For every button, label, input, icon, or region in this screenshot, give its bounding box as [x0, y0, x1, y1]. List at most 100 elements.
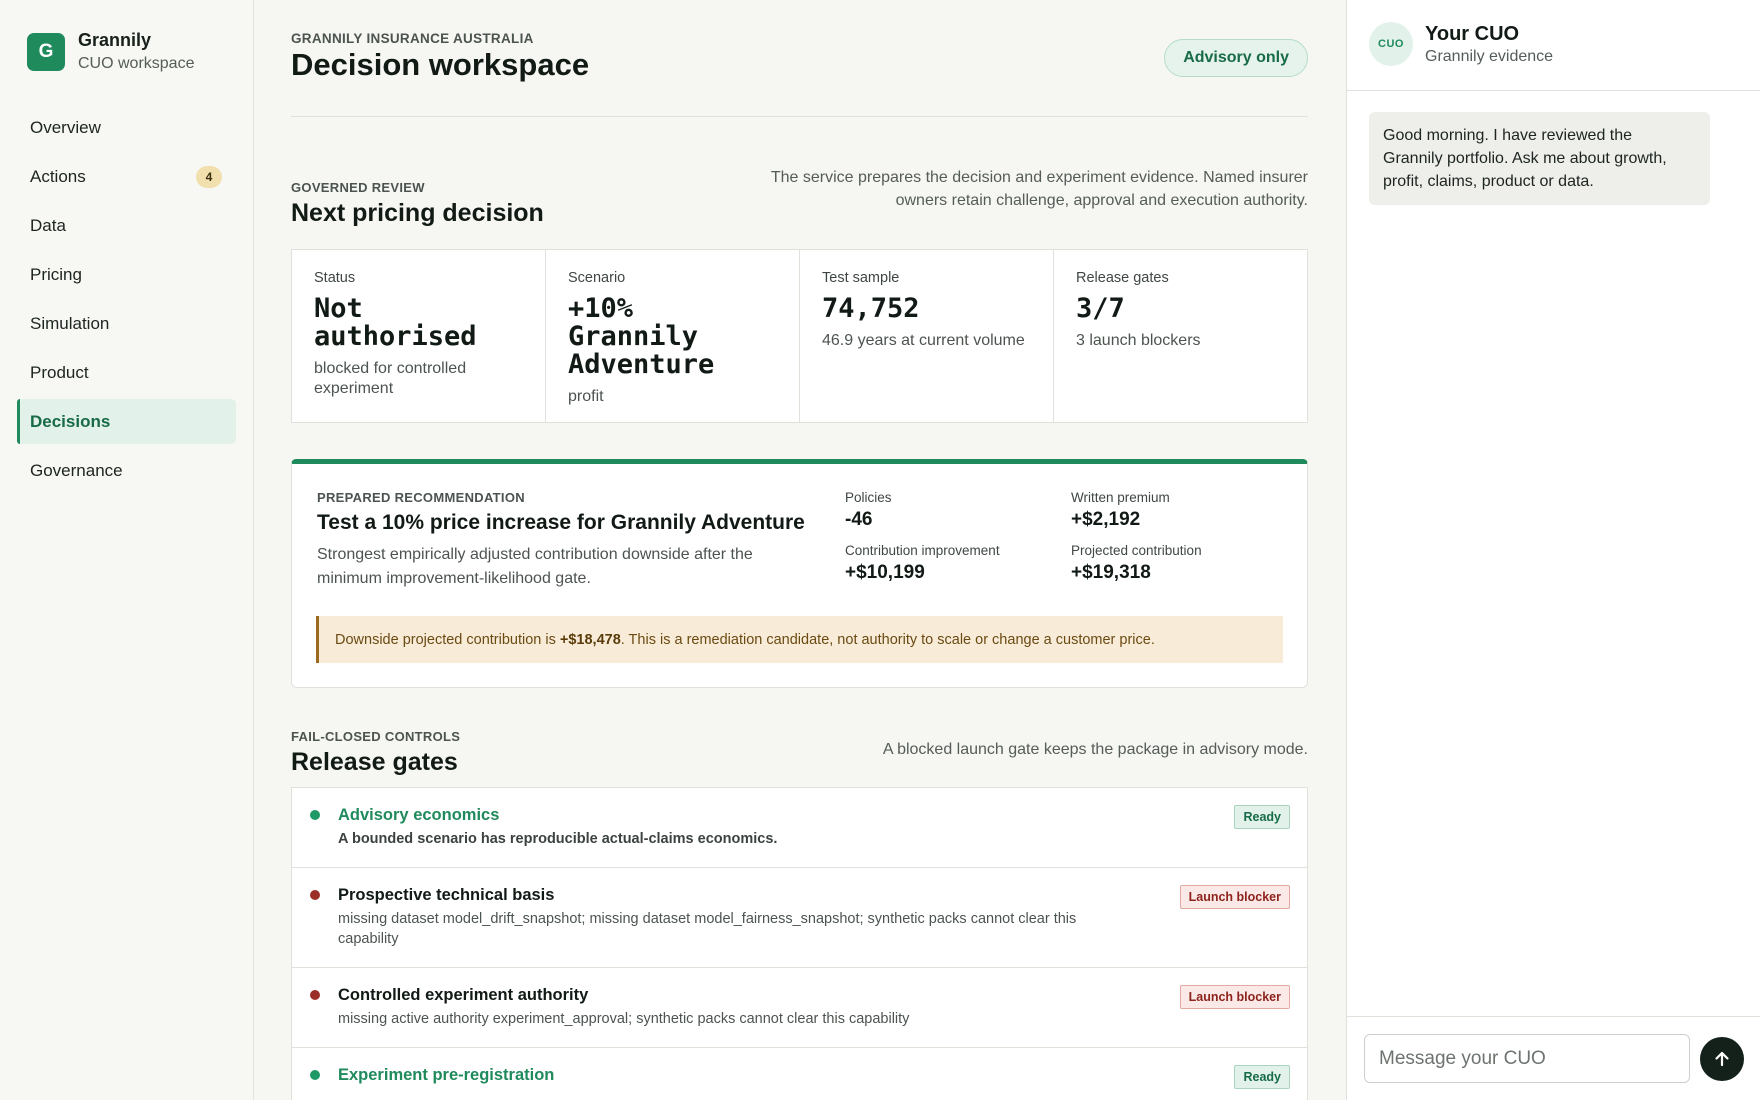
metric-value: Not authorised	[314, 293, 477, 352]
stat-label: Projected contribution	[1071, 543, 1202, 558]
sidebar-item-pricing[interactable]: Pricing	[17, 252, 236, 297]
gate-description: missing dataset model_drift_snapshot; mi…	[338, 911, 1077, 947]
chat-header: CUO Your CUO Grannily evidence	[1347, 0, 1760, 91]
assistant-message: Good morning. I have reviewed the Granni…	[1369, 112, 1710, 205]
status-badge: Launch blocker	[1179, 885, 1290, 909]
chat-title: Your CUO	[1425, 23, 1520, 45]
metric-label: Release gates	[1076, 270, 1169, 286]
stat-contribution-improvement: Contribution improvement +$10,199	[845, 543, 1071, 584]
brand-subtitle: CUO workspace	[78, 55, 195, 72]
stat-value: -46	[845, 509, 873, 530]
metric-value: +10% Grannily Adventure	[568, 293, 715, 380]
stat-label: Contribution improvement	[845, 543, 1000, 558]
section-title: Release gates	[291, 748, 458, 776]
metric-value: 3/7	[1076, 293, 1125, 324]
stat-projected-contribution: Projected contribution +$19,318	[1071, 543, 1285, 584]
sidebar-item-label: Pricing	[30, 264, 82, 284]
gate-title: Advisory economics	[338, 806, 500, 824]
metric-test-sample: Test sample 74,752 46.9 years at current…	[800, 250, 1054, 422]
brand-name: Grannily	[78, 30, 152, 50]
main-content: GRANNILY INSURANCE AUSTRALIA Decision wo…	[254, 0, 1346, 1100]
sidebar-item-label: Data	[30, 215, 66, 235]
recommendation-stats: Policies -46 Written premium +$2,192 Con…	[845, 490, 1285, 584]
stat-label: Written premium	[1071, 490, 1170, 505]
message-input[interactable]	[1364, 1034, 1690, 1083]
header-divider	[291, 116, 1308, 117]
stat-value: +$19,318	[1071, 562, 1151, 583]
sidebar-item-data[interactable]: Data	[17, 203, 236, 248]
ready-status-dot	[310, 1070, 320, 1080]
metric-label: Status	[314, 270, 356, 286]
gate-title: Prospective technical basis	[338, 886, 555, 904]
gate-description: missing active authority experiment_appr…	[338, 1011, 910, 1027]
metric-status: Status Not authorised blocked for contro…	[292, 250, 546, 422]
sidebar-item-label: Decisions	[30, 411, 111, 431]
gate-description: A bounded scenario has reproducible actu…	[338, 831, 778, 847]
ready-status-dot	[310, 810, 320, 820]
stat-value: +$10,199	[845, 562, 925, 583]
avatar: CUO	[1369, 22, 1413, 66]
sidebar-item-overview[interactable]: Overview	[17, 105, 236, 150]
status-badge: Launch blocker	[1179, 985, 1290, 1009]
section-note: A blocked launch gate keeps the package …	[882, 741, 1308, 758]
sidebar-item-actions[interactable]: Actions 4	[17, 154, 236, 199]
recommendation-card: PREPARED RECOMMENDATION Test a 10% price…	[291, 459, 1308, 688]
metric-value: 74,752	[822, 293, 920, 324]
gate-advisory-economics: Advisory economics A bounded scenario ha…	[292, 788, 1307, 868]
gate-prospective-technical-basis: Prospective technical basis missing data…	[292, 868, 1307, 968]
sidebar-item-label: Product	[30, 362, 89, 382]
section-eyebrow: FAIL-CLOSED CONTROLS	[291, 729, 461, 744]
brand-logo: G	[27, 33, 65, 71]
sidebar-item-decisions[interactable]: Decisions	[17, 399, 236, 444]
recommendation-eyebrow: PREPARED RECOMMENDATION	[317, 490, 525, 505]
org-name: GRANNILY INSURANCE AUSTRALIA	[291, 31, 534, 46]
release-gates-list: Advisory economics A bounded scenario ha…	[291, 787, 1308, 1100]
warning-value: +$18,478	[559, 631, 621, 648]
send-button[interactable]	[1700, 1037, 1744, 1081]
decision-metrics: Status Not authorised blocked for contro…	[291, 249, 1308, 423]
warning-text-pre: Downside projected contribution is	[335, 631, 556, 648]
pricing-decision-header: GOVERNED REVIEW Next pricing decision	[291, 180, 544, 228]
sidebar-nav: Overview Actions 4 Data Pricing Simulatio…	[0, 105, 253, 493]
gate-experiment-pre-registration: Experiment pre-registration Ready	[292, 1048, 1307, 1100]
sidebar-item-label: Actions	[30, 166, 86, 186]
downside-warning: Downside projected contribution is +$18,…	[316, 616, 1283, 663]
section-note: The service prepares the decision and ex…	[770, 169, 1308, 209]
section-eyebrow: GOVERNED REVIEW	[291, 180, 425, 195]
stat-written-premium: Written premium +$2,192	[1071, 490, 1285, 531]
metric-subtext: blocked for controlled experiment	[314, 360, 467, 397]
recommendation-description: Strongest empirically adjusted contribut…	[317, 546, 753, 587]
stat-value: +$2,192	[1071, 509, 1141, 530]
gate-title: Experiment pre-registration	[338, 1066, 555, 1084]
sidebar-item-label: Governance	[30, 460, 123, 480]
actions-count-badge: 4	[196, 166, 222, 188]
metric-label: Test sample	[822, 270, 900, 286]
metric-subtext: 3 launch blockers	[1076, 332, 1201, 349]
release-gates-header: FAIL-CLOSED CONTROLS Release gates	[291, 729, 460, 777]
status-badge: Ready	[1234, 1065, 1290, 1089]
gate-controlled-experiment-authority: Controlled experiment authority missing …	[292, 968, 1307, 1048]
gate-title: Controlled experiment authority	[338, 986, 589, 1004]
warning-text-post: . This is a remediation candidate, not a…	[620, 631, 1155, 648]
sidebar-item-product[interactable]: Product	[17, 350, 236, 395]
sidebar: G Grannily CUO workspace Overview Action…	[0, 0, 254, 1100]
chat-composer	[1347, 1016, 1760, 1100]
blocker-status-dot	[310, 990, 320, 1000]
sidebar-item-governance[interactable]: Governance	[17, 448, 236, 493]
blocker-status-dot	[310, 890, 320, 900]
chat-subtitle: Grannily evidence	[1425, 48, 1554, 65]
stat-policies: Policies -46	[845, 490, 1071, 531]
sidebar-item-label: Overview	[30, 117, 101, 137]
metric-label: Scenario	[568, 270, 626, 286]
section-title: Next pricing decision	[291, 199, 544, 227]
cuo-chat-panel: CUO Your CUO Grannily evidence Good morn…	[1346, 0, 1760, 1100]
recommendation-title: Test a 10% price increase for Grannily A…	[317, 511, 805, 534]
metric-subtext: profit	[568, 388, 604, 405]
sidebar-item-simulation[interactable]: Simulation	[17, 301, 236, 346]
advisory-only-badge: Advisory only	[1164, 39, 1308, 77]
brand: G Grannily CUO workspace	[0, 0, 253, 75]
sidebar-item-label: Simulation	[30, 313, 110, 333]
metric-subtext: 46.9 years at current volume	[822, 332, 1025, 349]
metric-scenario: Scenario +10% Grannily Adventure profit	[546, 250, 800, 422]
status-badge: Ready	[1234, 805, 1290, 829]
